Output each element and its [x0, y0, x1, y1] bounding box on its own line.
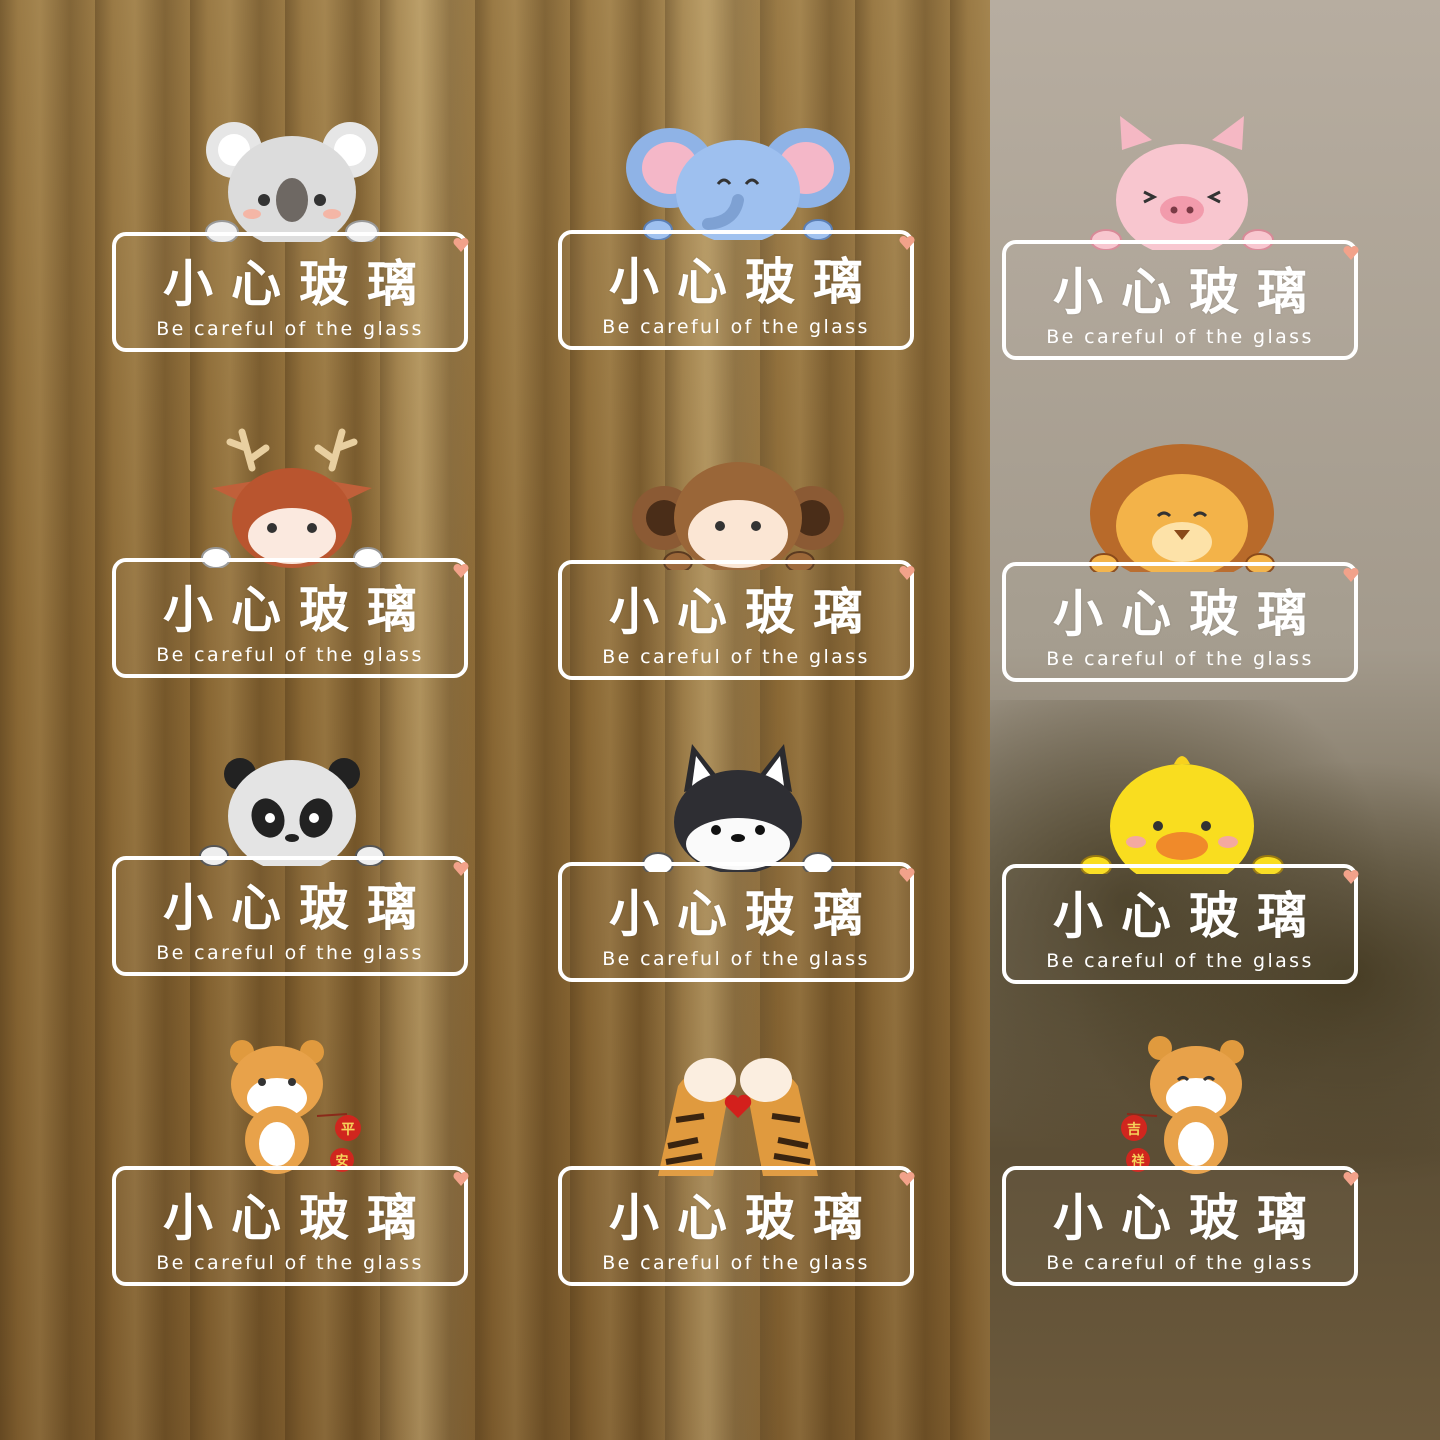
sign-subtitle: Be careful of the glass [156, 318, 424, 340]
sign-subtitle: Be careful of the glass [1046, 950, 1314, 972]
lion-icon [1089, 444, 1275, 572]
sticker-tiger-right: 吉 祥 小心玻璃 Be careful of the glass [1002, 1036, 1364, 1286]
sign-subtitle: Be careful of the glass [1046, 1252, 1314, 1274]
sign-subtitle: Be careful of the glass [1046, 648, 1314, 670]
sticker-tiger-paws: 小心玻璃 Be careful of the glass [558, 1036, 920, 1286]
sign-title: 小心玻璃 [609, 583, 881, 641]
deer-icon [201, 428, 383, 568]
sign-subtitle: Be careful of the glass [602, 948, 870, 970]
sign-subtitle: Be careful of the glass [602, 1252, 870, 1274]
sign-subtitle: Be careful of the glass [602, 316, 870, 338]
lantern-text: 吉 [1127, 1121, 1141, 1138]
tiger-icon: 平 安 [230, 1040, 361, 1174]
heart-icon [1343, 567, 1359, 582]
heart-icon [899, 235, 915, 250]
lantern-text: 平 [341, 1122, 355, 1138]
sign-title: 小心玻璃 [609, 885, 881, 943]
sign-title: 小心玻璃 [1053, 887, 1325, 945]
sign-title: 小心玻璃 [609, 253, 881, 311]
sticker-panda: 小心玻璃 Be careful of the glass [112, 726, 474, 976]
heart-icon [899, 565, 915, 580]
heart-icon [453, 1171, 469, 1186]
heart-icon [453, 563, 469, 578]
sticker-elephant: 小心玻璃 Be careful of the glass [558, 100, 920, 350]
duck-icon [1080, 756, 1284, 874]
sign-title: 小心玻璃 [163, 1189, 435, 1247]
shiba-dog-icon [642, 744, 834, 872]
sticker-deer: 小心玻璃 Be careful of the glass [112, 428, 474, 678]
heart-icon [899, 867, 915, 882]
heart-icon [453, 237, 469, 252]
panda-icon [199, 758, 385, 866]
heart-icon [1343, 245, 1359, 260]
koala-icon [205, 122, 379, 242]
tiger-paws-heart-icon [658, 1058, 818, 1176]
sign-subtitle: Be careful of the glass [156, 1252, 424, 1274]
sign-title: 小心玻璃 [1053, 585, 1325, 643]
sign-subtitle: Be careful of the glass [1046, 326, 1314, 348]
sticker-pig: 小心玻璃 Be careful of the glass [1002, 110, 1364, 360]
glass-window-scene: 小心玻璃 Be careful of the glass 小心玻璃 Be car… [0, 0, 1440, 1440]
heart-icon [1343, 1171, 1359, 1186]
sign-subtitle: Be careful of the glass [156, 942, 424, 964]
sign-title: 小心玻璃 [163, 581, 435, 639]
monkey-icon [632, 462, 844, 570]
sign-title: 小心玻璃 [1053, 263, 1325, 321]
sticker-shiba-dog: 小心玻璃 Be careful of the glass [558, 732, 920, 982]
heart-icon [899, 1171, 915, 1186]
elephant-icon [626, 128, 850, 240]
heart-icon [1343, 869, 1359, 884]
heart-icon [453, 861, 469, 876]
sign-title: 小心玻璃 [163, 255, 435, 313]
tiger-icon: 吉 祥 [1121, 1036, 1244, 1174]
sticker-monkey: 小心玻璃 Be careful of the glass [558, 430, 920, 680]
sign-title: 小心玻璃 [1053, 1189, 1325, 1247]
pig-icon [1090, 116, 1274, 250]
sign-subtitle: Be careful of the glass [602, 646, 870, 668]
sign-title: 小心玻璃 [163, 879, 435, 937]
sticker-duck: 小心玻璃 Be careful of the glass [1002, 734, 1364, 984]
sticker-tiger-left: 平 安 小心玻璃 Be careful of the glass [112, 1036, 474, 1286]
sticker-lion: 小心玻璃 Be careful of the glass [1002, 432, 1364, 682]
sticker-koala: 小心玻璃 Be careful of the glass [112, 102, 474, 352]
sign-subtitle: Be careful of the glass [156, 644, 424, 666]
sign-title: 小心玻璃 [609, 1189, 881, 1247]
